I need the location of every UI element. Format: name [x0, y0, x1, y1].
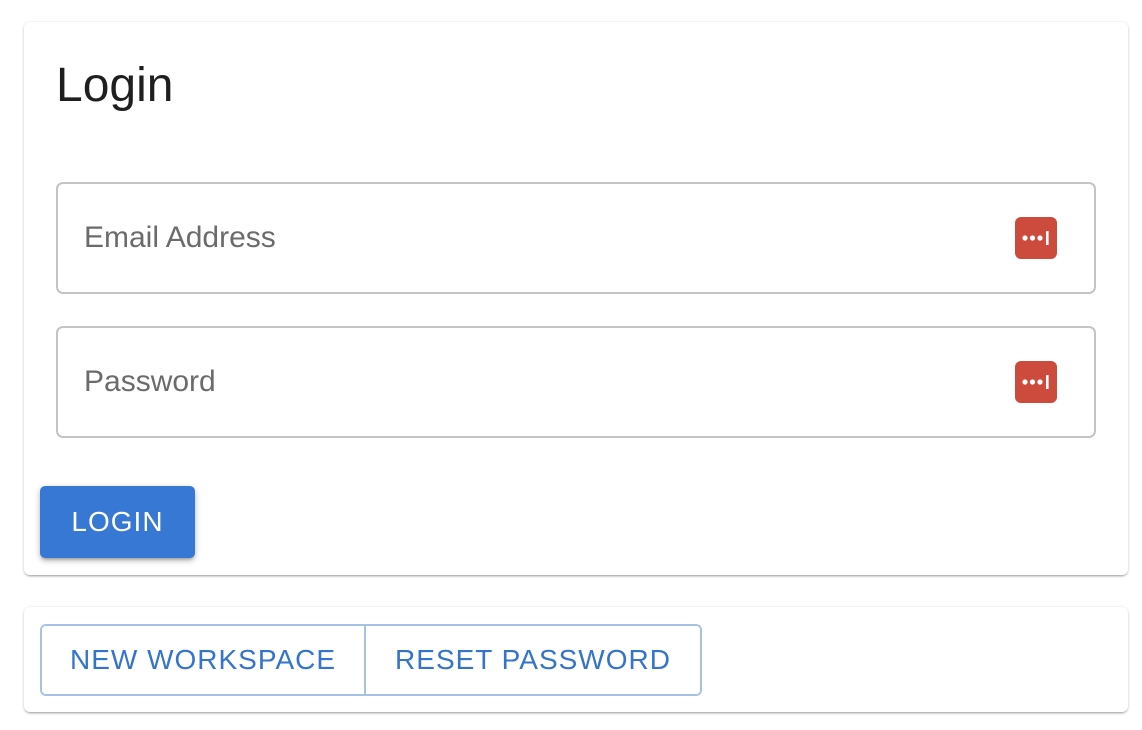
password-manager-icon[interactable]	[1015, 217, 1057, 259]
dots-icon	[1022, 231, 1049, 245]
new-workspace-button[interactable]: NEW WORKSPACE	[42, 626, 366, 694]
login-card: Login LOGIN	[24, 22, 1128, 575]
password-manager-icon[interactable]	[1015, 361, 1057, 403]
password-input[interactable]	[84, 328, 984, 436]
email-field[interactable]	[56, 182, 1096, 294]
account-actions-card: NEW WORKSPACE RESET PASSWORD	[24, 607, 1128, 712]
login-button[interactable]: LOGIN	[40, 486, 195, 558]
password-field[interactable]	[56, 326, 1096, 438]
email-input[interactable]	[84, 184, 984, 292]
dots-icon	[1022, 375, 1049, 389]
reset-password-button[interactable]: RESET PASSWORD	[366, 626, 700, 694]
account-actions-button-group: NEW WORKSPACE RESET PASSWORD	[40, 624, 702, 696]
page-title: Login	[56, 59, 174, 112]
